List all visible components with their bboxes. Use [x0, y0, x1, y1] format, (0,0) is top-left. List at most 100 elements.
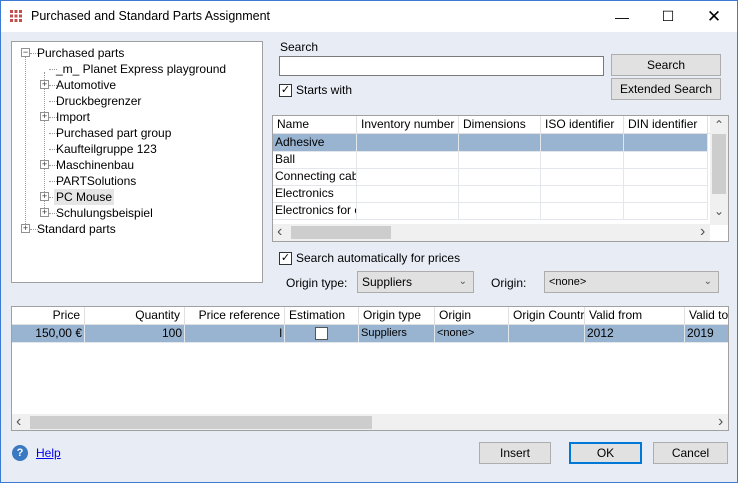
table-cell[interactable] [357, 185, 459, 203]
scroll-down-icon[interactable]: ⌄ [714, 204, 724, 218]
origin-type-select[interactable]: Suppliers ⌄ [357, 271, 474, 293]
column-header[interactable]: Inventory number [357, 116, 459, 134]
tree-line [44, 72, 45, 208]
column-header[interactable]: Valid from [585, 307, 685, 325]
table-cell[interactable] [459, 202, 541, 220]
table-cell-origin-type[interactable]: Suppliers [359, 325, 435, 343]
tree-item[interactable]: PARTSolutions [54, 173, 138, 189]
tree-item[interactable]: Automotive [54, 77, 118, 93]
search-button[interactable]: Search [611, 54, 721, 76]
auto-price-checkbox[interactable]: ✓ [279, 252, 292, 265]
table-cell-price-reference[interactable]: l [185, 325, 285, 343]
table-row-name[interactable]: Adhesive [273, 134, 357, 152]
scroll-left-icon[interactable]: ‹ [16, 413, 21, 430]
tree-item[interactable]: Purchased part group [54, 125, 173, 141]
help-link[interactable]: Help [36, 446, 61, 460]
table-cell[interactable] [357, 202, 459, 220]
tree-item[interactable]: Standard parts [35, 221, 118, 237]
table-cell[interactable] [357, 151, 459, 169]
table-row-name[interactable]: Electronics [273, 185, 357, 203]
table-cell[interactable] [624, 151, 708, 169]
table-cell[interactable] [624, 168, 708, 186]
tree-item[interactable]: Schulungsbeispiel [54, 205, 155, 221]
table-cell[interactable] [459, 168, 541, 186]
tree-item[interactable]: Maschinenbau [54, 157, 136, 173]
scroll-right-icon[interactable]: › [700, 223, 705, 241]
column-header[interactable]: Dimensions [459, 116, 541, 134]
table-cell[interactable] [541, 202, 624, 220]
close-button[interactable]: ✕ [691, 1, 737, 32]
tree-item[interactable]: Druckbegrenzer [54, 93, 143, 109]
column-header[interactable]: Estimation [285, 307, 359, 325]
search-input[interactable] [279, 56, 604, 76]
column-header[interactable]: Origin Countr [509, 307, 585, 325]
plus-expander-icon[interactable]: + [21, 224, 30, 233]
tree-item[interactable]: PC Mouse [54, 189, 115, 205]
chevron-down-icon: ⌄ [703, 276, 712, 287]
table-cell[interactable] [541, 168, 624, 186]
table-cell[interactable] [357, 168, 459, 186]
table-row-name[interactable]: Connecting cabl [273, 168, 357, 186]
horizontal-scrollbar-thumb[interactable] [291, 226, 391, 239]
minus-expander-icon[interactable]: − [21, 48, 30, 57]
starts-with-checkbox[interactable]: ✓ [279, 84, 292, 97]
ok-button[interactable]: OK [569, 442, 642, 464]
table-cell[interactable] [459, 134, 541, 152]
table-cell-origin[interactable]: <none> [435, 325, 509, 343]
tree-item[interactable]: Purchased parts [35, 45, 126, 61]
scroll-left-icon[interactable]: ‹ [277, 223, 282, 241]
column-header[interactable]: ISO identifier [541, 116, 624, 134]
table-cell[interactable] [459, 185, 541, 203]
tree-item[interactable]: _m_ Planet Express playground [54, 61, 228, 77]
tree-item[interactable]: Kaufteilgruppe 123 [54, 141, 159, 157]
table-cell-quantity[interactable]: 100 [85, 325, 185, 343]
cancel-button[interactable]: Cancel [653, 442, 728, 464]
vertical-scrollbar-thumb[interactable] [712, 134, 726, 194]
column-header[interactable]: Valid to [685, 307, 728, 325]
table-cell-price[interactable]: 150,00 € [12, 325, 85, 343]
chevron-down-icon: ⌄ [458, 276, 467, 287]
column-header[interactable]: Quantity [85, 307, 185, 325]
scroll-right-icon[interactable]: › [718, 413, 723, 430]
title-bar: Purchased and Standard Parts Assignment … [1, 1, 737, 32]
plus-expander-icon[interactable]: + [40, 160, 49, 169]
table-row-name[interactable]: Electronics for c [273, 202, 357, 220]
table-cell[interactable] [624, 134, 708, 152]
column-header[interactable]: Origin type [359, 307, 435, 325]
plus-expander-icon[interactable]: + [40, 208, 49, 217]
plus-expander-icon[interactable]: + [40, 112, 49, 121]
table-cell-origin-country[interactable] [509, 325, 585, 343]
column-header[interactable]: DIN identifier [624, 116, 708, 134]
scroll-up-icon[interactable]: ⌃ [714, 118, 724, 132]
table-row-name[interactable]: Ball [273, 151, 357, 169]
origin-select[interactable]: <none> ⌄ [544, 271, 719, 293]
table-cell-valid-to[interactable]: 2019 [685, 325, 728, 343]
table-cell[interactable] [541, 185, 624, 203]
table-cell[interactable] [624, 202, 708, 220]
help-icon[interactable]: ? [12, 445, 28, 461]
insert-button[interactable]: Insert [479, 442, 551, 464]
table-cell-estimation[interactable] [285, 325, 359, 343]
table-cell[interactable] [541, 134, 624, 152]
plus-expander-icon[interactable]: + [40, 80, 49, 89]
plus-expander-icon[interactable]: + [40, 192, 49, 201]
table-cell[interactable] [357, 134, 459, 152]
extended-search-button[interactable]: Extended Search [611, 78, 721, 100]
column-header[interactable]: Price reference [185, 307, 285, 325]
table-cell[interactable] [541, 151, 624, 169]
tree-item[interactable]: Import [54, 109, 92, 125]
window-title: Purchased and Standard Parts Assignment [31, 9, 271, 23]
minimize-button[interactable]: — [599, 1, 645, 32]
table-cell[interactable] [624, 185, 708, 203]
estimation-checkbox[interactable] [315, 327, 328, 340]
results-grid[interactable]: Name Inventory number Dimensions ISO identi… [272, 115, 729, 242]
table-cell[interactable] [459, 151, 541, 169]
price-grid[interactable]: Price Quantity Price reference Estimation Or… [11, 306, 729, 431]
column-header[interactable]: Origin [435, 307, 509, 325]
maximize-button[interactable]: ☐ [645, 1, 691, 32]
table-cell-valid-from[interactable]: 2012 [585, 325, 685, 343]
horizontal-scrollbar-thumb[interactable] [30, 416, 372, 429]
column-header[interactable]: Name [273, 116, 357, 134]
category-tree[interactable]: − Purchased parts _m_ Planet Express playg… [11, 41, 263, 283]
column-header[interactable]: Price [12, 307, 85, 325]
